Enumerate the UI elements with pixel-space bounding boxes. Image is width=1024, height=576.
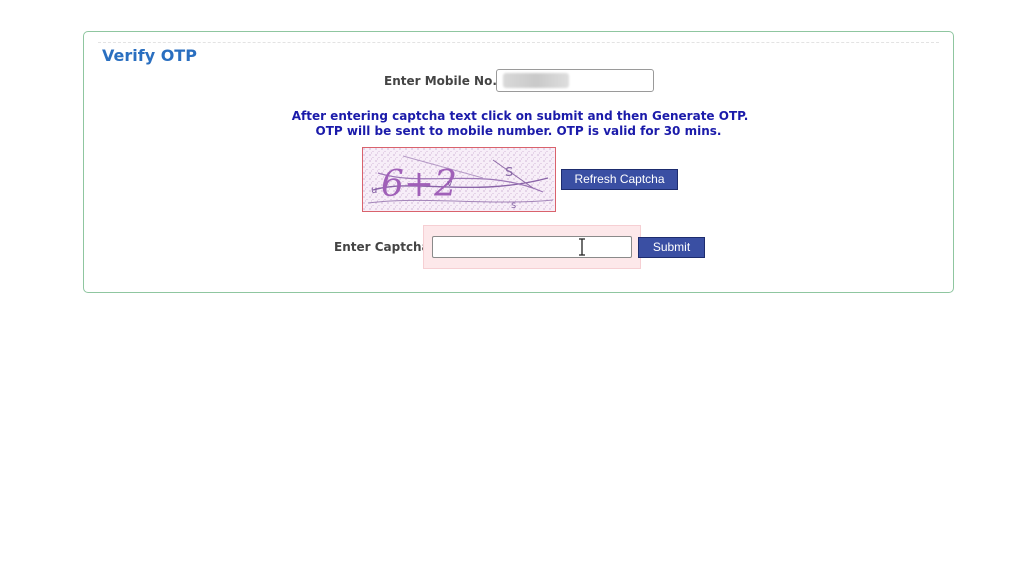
- svg-text:s: s: [511, 200, 516, 211]
- captcha-input[interactable]: [432, 236, 632, 258]
- instruction-line-1: After entering captcha text click on sub…: [291, 109, 749, 123]
- svg-text:v: v: [447, 179, 453, 189]
- verify-otp-panel: Verify OTP Enter Mobile No. : After ente…: [83, 31, 954, 293]
- text-cursor-icon: [579, 238, 585, 256]
- instruction-line-2: OTP will be sent to mobile number. OTP i…: [315, 124, 722, 138]
- title-divider: [98, 42, 939, 43]
- captcha-text: 6+2: [381, 164, 457, 205]
- redacted-mobile-value: [503, 73, 569, 88]
- refresh-captcha-button[interactable]: Refresh Captcha: [561, 169, 678, 190]
- captcha-image: 6+2 u s v s: [362, 147, 556, 212]
- mobile-number-input[interactable]: [496, 69, 654, 92]
- svg-text:u: u: [371, 185, 377, 196]
- mobile-number-label: Enter Mobile No. :: [384, 74, 506, 88]
- svg-text:s: s: [505, 161, 513, 180]
- page-title: Verify OTP: [102, 46, 197, 65]
- submit-button[interactable]: Submit: [638, 237, 705, 258]
- otp-instructions: After entering captcha text click on sub…: [84, 109, 953, 139]
- captcha-graphic: 6+2 u s v s: [363, 148, 555, 211]
- captcha-field-highlight: [423, 225, 641, 269]
